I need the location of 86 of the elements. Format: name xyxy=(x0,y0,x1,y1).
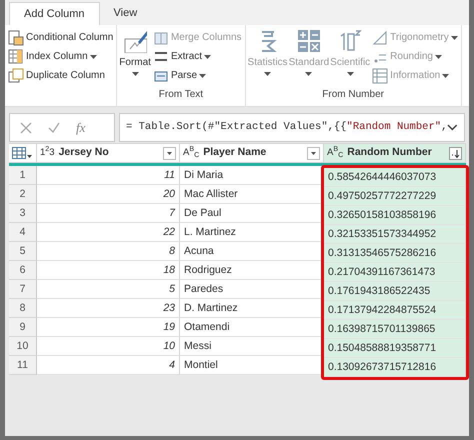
ribbon-button[interactable]: Duplicate Column xyxy=(7,66,114,85)
ribbon-button[interactable]: Extract xyxy=(152,47,243,66)
row-number: 3 xyxy=(9,204,37,223)
column-header[interactable]: A$^{B}$$_{C}$ Random Number xyxy=(324,143,466,163)
caret-icon xyxy=(346,72,354,76)
calculator-icon xyxy=(296,29,321,53)
row-number: 6 xyxy=(9,261,37,280)
table-cell: 0.13092673715712816 xyxy=(324,358,466,377)
table-cell: 0.32153351573344952 xyxy=(324,225,466,244)
chevron-down-icon xyxy=(447,124,458,131)
column-title: Player Name xyxy=(203,145,268,160)
table-cell: 0.31313546575286216 xyxy=(324,244,466,263)
ribbon-button[interactable]: Format xyxy=(119,28,151,87)
close-icon xyxy=(20,122,32,134)
table-cell: 0.58542644446037073 xyxy=(324,168,466,187)
table-cell: 23 xyxy=(37,299,180,318)
caret-icon xyxy=(90,54,97,58)
filter-dropdown-icon[interactable] xyxy=(307,146,320,160)
table-cell: 19 xyxy=(37,318,180,337)
caret-icon xyxy=(442,74,450,78)
row-number: 4 xyxy=(9,223,37,242)
row-number: 11 xyxy=(9,356,37,375)
triangle-icon xyxy=(372,30,388,46)
table-cell: 0.16398715701139865 xyxy=(324,320,466,339)
caret-icon xyxy=(264,72,272,76)
caret-icon xyxy=(450,36,458,40)
table-cell: Montiel xyxy=(180,356,324,375)
row-number: 9 xyxy=(9,318,37,337)
column-header[interactable]: A$^{B}$$_{C}$ Player Name xyxy=(180,143,324,163)
table-cell: Rodriguez xyxy=(180,261,324,280)
table-cell: 4 xyxy=(37,356,180,375)
row-number: 1 xyxy=(9,166,37,185)
table-cell: Otamendi xyxy=(180,318,324,337)
formula-text: = Table.Sort(#"Extracted Values",{{"Random Number", xyxy=(126,120,448,135)
tab[interactable]: Add Column xyxy=(9,2,100,25)
caret-icon xyxy=(132,72,139,76)
filter-dropdown-icon[interactable] xyxy=(163,146,176,160)
row-number: 2 xyxy=(9,185,37,204)
caret-icon xyxy=(204,54,212,58)
caret-icon xyxy=(199,74,206,78)
row-number: 8 xyxy=(9,299,37,318)
table-cell: 11 xyxy=(37,166,180,185)
tab[interactable]: View xyxy=(100,2,152,25)
formula-field[interactable]: = Table.Sort(#"Extracted Values",{{"Random Number", xyxy=(119,113,465,142)
table-cell: De Paul xyxy=(180,204,324,223)
column-header[interactable]: 1$^{2}$3 Jersey No xyxy=(37,143,180,163)
exponent-icon xyxy=(338,29,362,53)
table-menu-button[interactable] xyxy=(9,143,37,163)
table-cell: 22 xyxy=(37,223,180,242)
sort-descending-icon[interactable] xyxy=(449,146,462,160)
table-cell: Mac Allister xyxy=(180,185,324,204)
pencil-icon xyxy=(123,29,148,53)
caret-icon xyxy=(434,54,442,58)
table-cell: 20 xyxy=(37,185,180,204)
fx-label[interactable]: fx xyxy=(76,118,86,138)
table-cell: 0.32650158103858196 xyxy=(324,206,466,225)
group-label: From Number xyxy=(322,88,384,102)
ribbon-button[interactable]: Index Column xyxy=(7,47,114,66)
check-icon xyxy=(48,122,60,134)
table-cell: 0.49750257772277229 xyxy=(324,187,466,206)
ribbon-button[interactable]: Conditional Column xyxy=(7,28,114,47)
column-title: Random Number xyxy=(347,145,433,160)
table-cell: 0.15048588819358771 xyxy=(324,339,466,358)
table-cell: 5 xyxy=(37,280,180,299)
table-cell: Paredes xyxy=(180,280,324,299)
column-title: Jersey No xyxy=(58,145,110,160)
ribbon-button[interactable]: Parse xyxy=(152,66,243,85)
table-cell: 18 xyxy=(37,261,180,280)
table-cell: L. Martinez xyxy=(180,223,324,242)
group-label: From Text xyxy=(158,88,204,102)
table-cell: 7 xyxy=(37,204,180,223)
row-number: 5 xyxy=(9,242,37,261)
table-cell: Messi xyxy=(180,337,324,356)
row-number: 7 xyxy=(9,280,37,299)
type-label: 1$^{2}$3 xyxy=(40,146,55,160)
table-cell: Di Maria xyxy=(180,166,324,185)
table-cell: 0.17137942284875524 xyxy=(324,301,466,320)
table-cell: 8 xyxy=(37,242,180,261)
table-cell: 10 xyxy=(37,337,180,356)
table-cell: 0.21704391167361473 xyxy=(324,263,466,282)
row-number: 10 xyxy=(9,337,37,356)
table-cell: Acuna xyxy=(180,242,324,261)
caret-icon xyxy=(305,72,312,76)
table-cell: D. Martinez xyxy=(180,299,324,318)
copy-icon xyxy=(8,68,24,84)
table-cell: 0.1761943186522435 xyxy=(324,282,466,301)
